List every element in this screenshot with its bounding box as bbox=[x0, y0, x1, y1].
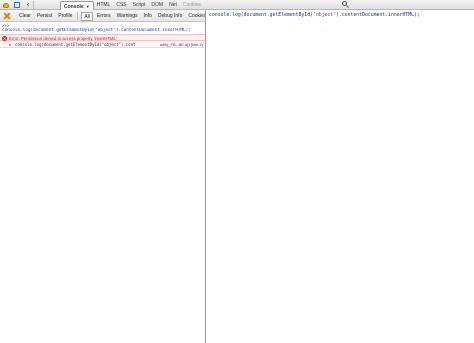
error-source-link[interactable]: with(_FB...8E.it)) (line 2) bbox=[160, 42, 203, 47]
panel-tabs: Console ▼ HTML CSS Script DOM Net Cookies bbox=[60, 0, 204, 11]
tab-console-label: Console bbox=[64, 3, 84, 10]
filter-warnings[interactable]: Warnings bbox=[114, 10, 141, 22]
tab-html[interactable]: HTML bbox=[94, 0, 114, 10]
search-input[interactable] bbox=[350, 1, 470, 9]
toolbar-divider bbox=[33, 1, 34, 9]
command-editor[interactable]: console.log(document.getElementById("obj… bbox=[206, 10, 474, 343]
executed-command: console.log(document.getElementById("obj… bbox=[2, 28, 191, 33]
toolbar-divider bbox=[77, 12, 79, 20]
error-message-row[interactable]: × Error: Permission denied to access pro… bbox=[0, 34, 205, 41]
error-source-code: console.log(document.getElementById("obj… bbox=[15, 42, 136, 47]
filter-all[interactable]: All bbox=[81, 11, 93, 21]
expand-arrow-icon[interactable]: ▸ bbox=[9, 42, 11, 47]
dropdown-arrow-icon[interactable]: ▼ bbox=[86, 4, 90, 9]
console-toolbar-items: Clear Persist Profile All Errors Warning… bbox=[16, 10, 209, 22]
search-icon bbox=[341, 1, 349, 9]
command-editor-code[interactable]: console.log(document.getElementById("obj… bbox=[209, 13, 420, 18]
tab-console[interactable]: Console ▼ bbox=[60, 0, 94, 11]
code-suffix: ).contentDocument.innerHTML); bbox=[336, 13, 420, 18]
tab-css[interactable]: CSS bbox=[113, 0, 129, 10]
tab-script[interactable]: Script bbox=[130, 0, 149, 10]
tab-cookies[interactable]: Cookies bbox=[180, 0, 204, 10]
error-detail-row[interactable]: ▸ console.log(document.getElementById("o… bbox=[0, 41, 205, 48]
inspect-icon[interactable] bbox=[13, 1, 21, 9]
clear-console-icon[interactable] bbox=[3, 12, 11, 20]
console-toolbar: Clear Persist Profile All Errors Warning… bbox=[0, 10, 206, 22]
filter-info[interactable]: Info bbox=[141, 10, 155, 22]
firebug-icon[interactable] bbox=[2, 1, 10, 9]
console-log: >>> console.log(document.getElementById(… bbox=[0, 22, 205, 343]
tab-dom[interactable]: DOM bbox=[148, 0, 166, 10]
firebug-toolbar: ‹ Console ▼ HTML CSS Script DOM Net Cooki… bbox=[0, 0, 474, 11]
clear-button[interactable]: Clear bbox=[16, 10, 34, 22]
profile-button[interactable]: Profile bbox=[55, 10, 75, 22]
filter-debug-info[interactable]: Debug Info bbox=[155, 10, 185, 22]
back-arrow-icon[interactable]: ‹ bbox=[24, 1, 32, 9]
code-prefix: console.log(document.getElementById( bbox=[209, 13, 313, 18]
code-string-literal: "object" bbox=[312, 13, 337, 18]
filter-errors[interactable]: Errors bbox=[94, 10, 114, 22]
persist-button[interactable]: Persist bbox=[34, 10, 55, 22]
tab-net[interactable]: Net bbox=[166, 0, 180, 10]
